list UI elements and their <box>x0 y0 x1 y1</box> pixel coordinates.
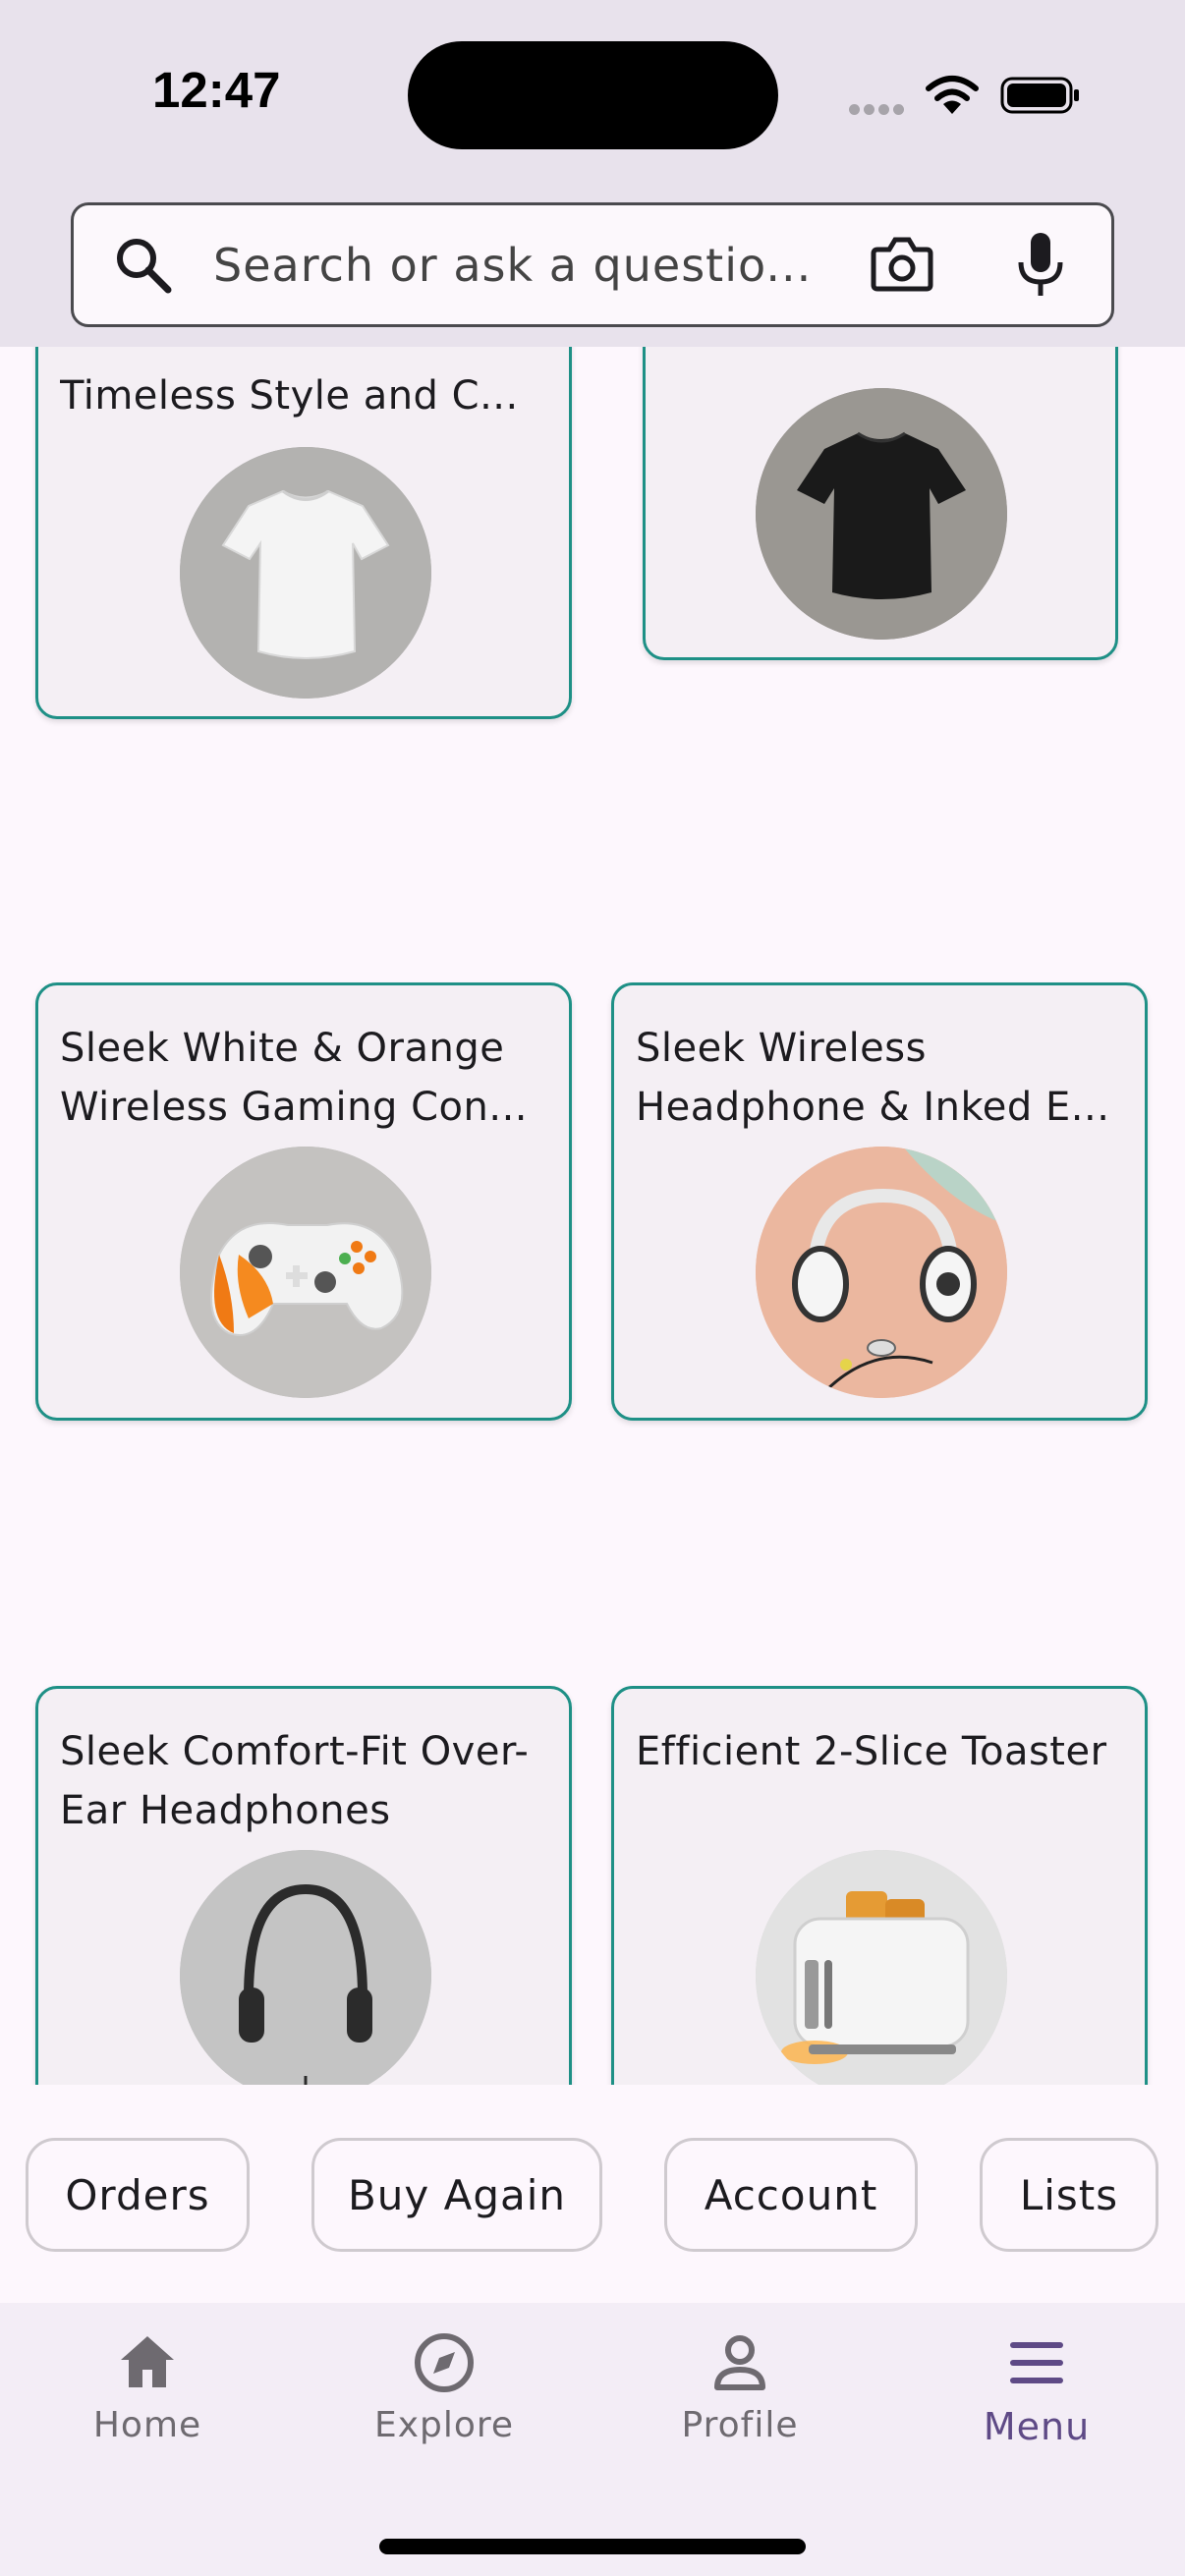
product-image-toaster <box>756 1850 1007 2101</box>
person-icon <box>714 2335 765 2390</box>
home-indicator[interactable] <box>379 2539 806 2554</box>
cellular-signal-icon <box>849 100 908 119</box>
product-image-headphones-earbuds <box>756 1147 1007 1398</box>
nav-menu-label: Menu <box>983 2405 1091 2448</box>
nav-profile-label: Profile <box>681 2405 799 2445</box>
header: 12:47 <box>0 0 1185 347</box>
chip-buy-again[interactable]: Buy Again <box>311 2138 602 2252</box>
camera-icon[interactable] <box>870 234 934 295</box>
product-card[interactable]: Sleek White & Orange Wireless Gaming Con… <box>35 982 572 1421</box>
product-image-black-tshirt <box>756 388 1007 640</box>
compass-icon <box>415 2333 474 2392</box>
quick-links: Orders Buy Again Account Lists <box>0 2085 1185 2303</box>
product-title: Sleek Comfort-Fit Over-Ear Headphones <box>60 1729 530 1833</box>
dynamic-island <box>408 41 778 149</box>
bottom-navigation: Home Explore Profile Menu <box>0 2303 1185 2576</box>
search-bar[interactable] <box>71 202 1114 327</box>
chip-account[interactable]: Account <box>664 2138 918 2252</box>
product-title: Sleek White & Orange Wireless Gaming Con… <box>60 1026 529 1130</box>
product-image-over-ear-headphones <box>180 1850 431 2101</box>
chip-orders[interactable]: Orders <box>26 2138 250 2252</box>
nav-home-label: Home <box>92 2405 202 2445</box>
menu-icon <box>1010 2342 1063 2383</box>
product-title: Timeless Style and C... <box>60 373 519 419</box>
search-icon[interactable] <box>113 235 174 296</box>
nav-explore-label: Explore <box>373 2405 515 2445</box>
nav-home[interactable]: Home <box>0 2303 295 2499</box>
chip-lists[interactable]: Lists <box>980 2138 1158 2252</box>
home-icon <box>121 2336 174 2387</box>
nav-profile[interactable]: Profile <box>592 2303 887 2499</box>
battery-icon <box>1000 77 1079 114</box>
product-image-game-controller <box>180 1147 431 1398</box>
product-title: Sleek Wireless Headphone & Inked E... <box>636 1026 1110 1130</box>
product-title: Efficient 2-Slice Toaster <box>636 1729 1107 1774</box>
nav-explore[interactable]: Explore <box>297 2303 592 2499</box>
microphone-icon[interactable] <box>1015 231 1066 300</box>
status-time: 12:47 <box>152 62 281 118</box>
product-card[interactable]: Timeless Style and C... <box>35 285 572 719</box>
search-input[interactable] <box>213 229 881 302</box>
product-card[interactable]: Sleek Wireless Headphone & Inked E... <box>611 982 1148 1421</box>
wifi-icon <box>926 76 979 114</box>
nav-menu[interactable]: Menu <box>889 2303 1184 2499</box>
product-image-white-tshirt <box>180 447 431 699</box>
